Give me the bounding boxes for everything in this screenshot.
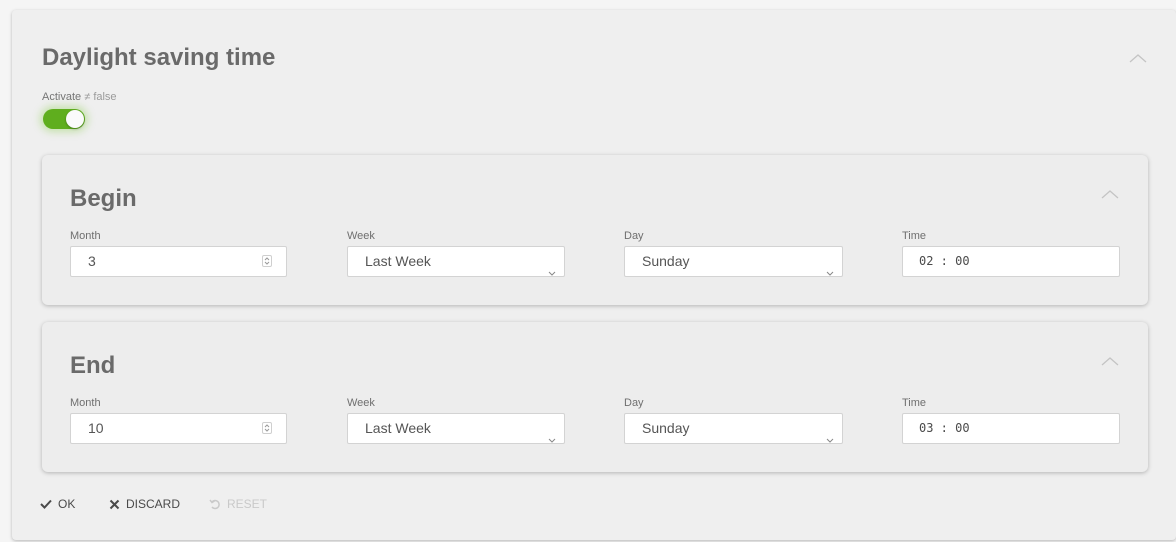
end-title: End — [70, 352, 116, 379]
end-week-select[interactable]: Last Week — [347, 413, 565, 444]
end-time-value: 03 : 00 — [919, 421, 970, 435]
end-month-label: Month — [70, 397, 101, 409]
check-icon — [40, 499, 52, 509]
toggle-knob — [66, 110, 84, 128]
end-day-label: Day — [624, 397, 644, 409]
activate-toggle[interactable] — [43, 109, 85, 129]
activate-label: Activate — [42, 91, 82, 103]
end-week-value: Last Week — [365, 420, 431, 436]
collapse-end-chevron-up-icon[interactable] — [1100, 355, 1120, 369]
collapse-begin-chevron-up-icon[interactable] — [1100, 188, 1120, 202]
not-equal-icon: ≠ — [84, 91, 91, 103]
discard-button[interactable]: DISCARD — [109, 497, 180, 511]
close-icon — [109, 499, 120, 509]
begin-time-value: 02 : 00 — [919, 254, 970, 268]
spinner-arrows-icon[interactable] — [262, 422, 272, 434]
end-month-value: 10 — [88, 420, 104, 436]
ok-button[interactable]: OK — [40, 497, 75, 511]
activate-label-row: Activate ≠ false — [42, 91, 117, 103]
begin-section: Begin Month 3 Week Last Week Day Sunday … — [42, 155, 1148, 305]
reset-button[interactable]: RESET — [209, 497, 267, 511]
begin-month-label: Month — [70, 230, 101, 242]
end-time-label: Time — [902, 397, 927, 409]
begin-month-value: 3 — [88, 253, 96, 269]
discard-label: DISCARD — [126, 497, 181, 511]
spinner-arrows-icon[interactable] — [262, 255, 272, 267]
begin-title: Begin — [70, 185, 137, 212]
end-time-input[interactable]: 03 : 00 — [902, 413, 1120, 444]
begin-week-select[interactable]: Last Week — [347, 246, 565, 277]
end-week-label: Week — [347, 397, 375, 409]
chevron-down-icon — [826, 258, 834, 276]
end-month-input[interactable]: 10 — [70, 413, 287, 444]
end-day-value: Sunday — [642, 420, 690, 436]
undo-icon — [209, 499, 220, 510]
activate-original-value: false — [93, 91, 117, 103]
begin-day-label: Day — [624, 230, 644, 242]
end-day-select[interactable]: Sunday — [624, 413, 843, 444]
chevron-down-icon — [548, 258, 556, 276]
chevron-down-icon — [826, 425, 834, 443]
begin-time-input[interactable]: 02 : 00 — [902, 246, 1120, 277]
begin-month-input[interactable]: 3 — [70, 246, 287, 277]
reset-label: RESET — [227, 497, 268, 511]
chevron-down-icon — [548, 425, 556, 443]
collapse-dst-chevron-up-icon[interactable] — [1128, 52, 1148, 66]
begin-day-select[interactable]: Sunday — [624, 246, 843, 277]
begin-week-label: Week — [347, 230, 375, 242]
begin-time-label: Time — [902, 230, 927, 242]
ok-label: OK — [58, 497, 76, 511]
end-section: End Month 10 Week Last Week Day Sunday T… — [42, 322, 1148, 472]
dst-card: Daylight saving time Activate ≠ false Be… — [12, 10, 1176, 540]
begin-week-value: Last Week — [365, 253, 431, 269]
begin-day-value: Sunday — [642, 253, 690, 269]
page-title: Daylight saving time — [42, 44, 276, 71]
